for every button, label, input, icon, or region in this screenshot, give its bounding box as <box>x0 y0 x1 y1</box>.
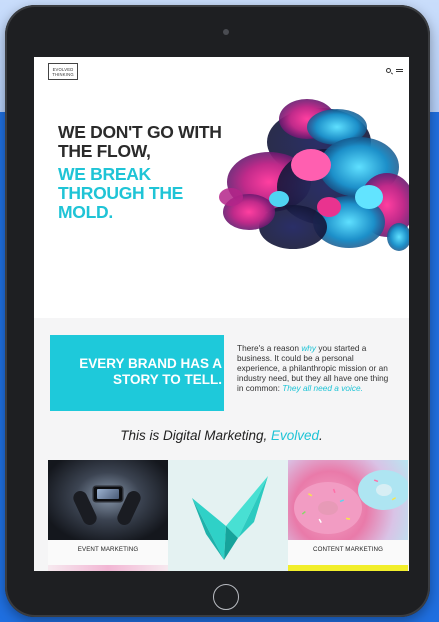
website-screen: EVOLVED THINKING WE DON'T GO WITH THE FL… <box>34 57 409 571</box>
content-marketing-label[interactable]: CONTENT MARKETING <box>288 546 408 553</box>
tagline-end: . <box>319 428 323 443</box>
hero-accent-3: MOLD. <box>58 202 113 222</box>
search-icon[interactable] <box>386 68 391 73</box>
story-headline: EVERY BRAND HAS A STORY TO TELL. <box>50 356 222 388</box>
home-button[interactable] <box>213 584 239 610</box>
intro-voice: They all need a voice. <box>282 383 363 393</box>
intro-start: There's a reason <box>237 343 302 353</box>
next-card-pink <box>48 565 168 571</box>
event-marketing-image[interactable] <box>48 460 168 540</box>
phone-icon <box>94 487 122 501</box>
next-card-yellow <box>288 565 408 571</box>
story-line-1: EVERY BRAND HAS A <box>79 356 222 371</box>
butterfly-image[interactable] <box>168 460 288 571</box>
origami-butterfly-icon <box>192 476 268 560</box>
content-marketing-image[interactable] <box>288 460 408 540</box>
tagline-accent: Evolved <box>271 428 320 443</box>
hero-line-2: THE FLOW, <box>58 141 151 161</box>
donut-icon <box>294 470 408 534</box>
logo-line-2: THINKING <box>52 72 74 77</box>
hero-accent-1: WE BREAK <box>58 164 151 184</box>
camera-icon <box>223 29 229 35</box>
hero-line-1: WE DON'T GO WITH <box>58 122 222 142</box>
hero-headline: WE DON'T GO WITH THE FLOW, WE BREAK THRO… <box>58 123 248 222</box>
story-line-2: STORY TO TELL. <box>112 372 222 387</box>
story-intro-text: There's a reason why you started a busin… <box>237 343 397 393</box>
tagline: This is Digital Marketing, Evolved. <box>34 428 409 443</box>
intro-why: why <box>301 343 317 353</box>
hero-accent-2: THROUGH THE <box>58 183 184 203</box>
event-marketing-label[interactable]: EVENT MARKETING <box>48 546 168 553</box>
menu-icon[interactable] <box>396 69 403 73</box>
tagline-text: This is Digital Marketing, <box>120 428 271 443</box>
site-logo[interactable]: EVOLVED THINKING <box>48 63 78 80</box>
